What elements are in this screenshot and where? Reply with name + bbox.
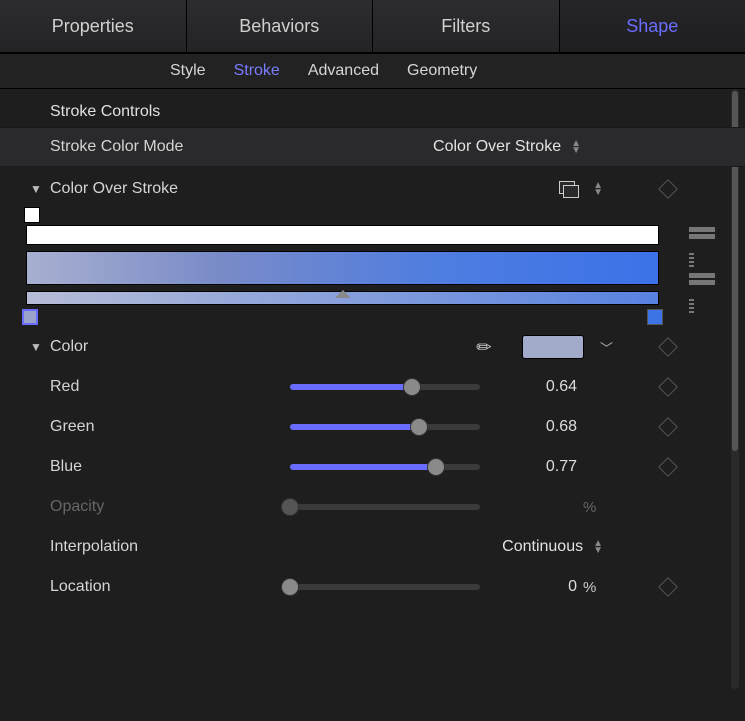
row-opacity: Opacity % xyxy=(22,487,723,527)
gradient-preset-stepper-icon[interactable]: ▲▼ xyxy=(593,182,603,196)
value-location[interactable]: 0 xyxy=(517,578,577,596)
value-red[interactable]: 0.64 xyxy=(517,378,577,396)
label-stroke-color-mode: Stroke Color Mode xyxy=(50,138,270,156)
gradient-distribute-icons xyxy=(689,227,715,265)
label-interpolation: Interpolation xyxy=(50,538,270,556)
color-gradient-bar[interactable] xyxy=(26,251,659,285)
row-red: Red 0.64 xyxy=(22,367,723,407)
opacity-stop[interactable] xyxy=(24,207,40,223)
sub-tabs: Style Stroke Advanced Geometry xyxy=(0,54,745,89)
unit-opacity: % xyxy=(583,499,603,516)
disclosure-color[interactable]: ▼ xyxy=(30,340,42,354)
row-color: ▼ Color ✎ ﹀ xyxy=(22,327,723,367)
label-location: Location xyxy=(50,578,270,596)
row-color-over-stroke: ▼ Color Over Stroke ▲▼ xyxy=(22,167,723,211)
midpoint-handle-icon[interactable] xyxy=(335,290,351,298)
subtab-stroke[interactable]: Stroke xyxy=(234,62,280,80)
tab-properties[interactable]: Properties xyxy=(0,0,187,52)
distribute-opacity-tags-icon[interactable] xyxy=(689,251,715,265)
row-location: Location 0% xyxy=(22,567,723,607)
unit-location: % xyxy=(583,579,603,596)
distribute-color-tags-icon[interactable] xyxy=(689,297,715,311)
subtab-advanced[interactable]: Advanced xyxy=(308,62,379,80)
eyedropper-icon[interactable]: ✎ xyxy=(472,334,498,360)
label-blue: Blue xyxy=(50,458,270,476)
opacity-bar[interactable] xyxy=(26,225,659,245)
label-color-over-stroke: Color Over Stroke xyxy=(50,180,270,198)
row-blue: Blue 0.77 xyxy=(22,447,723,487)
row-green: Green 0.68 xyxy=(22,407,723,447)
color-gradient-preview[interactable] xyxy=(26,291,659,305)
stroke-color-mode-stepper-icon[interactable]: ▲▼ xyxy=(571,140,581,154)
main-tabs: Properties Behaviors Filters Shape xyxy=(0,0,745,54)
stroke-color-mode-value[interactable]: Color Over Stroke xyxy=(433,138,561,156)
interpolation-value[interactable]: Continuous xyxy=(502,538,583,556)
tab-behaviors[interactable]: Behaviors xyxy=(187,0,374,52)
section-title: Stroke Controls xyxy=(22,89,723,127)
slider-green[interactable] xyxy=(290,424,480,430)
row-stroke-color-mode: Stroke Color Mode Color Over Stroke ▲▼ xyxy=(0,127,745,167)
label-green: Green xyxy=(50,418,270,436)
color-swatch-menu-icon[interactable]: ﹀ xyxy=(600,338,613,357)
gradient-editor xyxy=(22,225,663,305)
tab-shape[interactable]: Shape xyxy=(560,0,745,52)
slider-blue[interactable] xyxy=(290,464,480,470)
slider-red[interactable] xyxy=(290,384,480,390)
subtab-geometry[interactable]: Geometry xyxy=(407,62,477,80)
slider-opacity xyxy=(290,504,480,510)
color-stop-right[interactable] xyxy=(647,309,663,325)
subtab-style[interactable]: Style xyxy=(170,62,206,80)
disclosure-color-over-stroke[interactable]: ▼ xyxy=(30,182,42,196)
value-blue[interactable]: 0.77 xyxy=(517,458,577,476)
gradient-distribute-icons-2 xyxy=(689,273,715,311)
color-stop-left[interactable] xyxy=(22,309,38,325)
interpolation-stepper-icon[interactable]: ▲▼ xyxy=(593,540,603,554)
gradient-preset-icon[interactable] xyxy=(559,181,579,197)
label-color: Color xyxy=(50,338,270,356)
label-opacity: Opacity xyxy=(50,498,270,516)
slider-location[interactable] xyxy=(290,584,480,590)
label-red: Red xyxy=(50,378,270,396)
scrollbar[interactable] xyxy=(731,89,739,689)
tab-filters[interactable]: Filters xyxy=(373,0,560,52)
row-interpolation: Interpolation Continuous ▲▼ xyxy=(22,527,723,567)
value-green[interactable]: 0.68 xyxy=(517,418,577,436)
distribute-opacity-icon[interactable] xyxy=(689,227,715,241)
distribute-color-icon[interactable] xyxy=(689,273,715,287)
color-swatch[interactable] xyxy=(522,335,584,359)
